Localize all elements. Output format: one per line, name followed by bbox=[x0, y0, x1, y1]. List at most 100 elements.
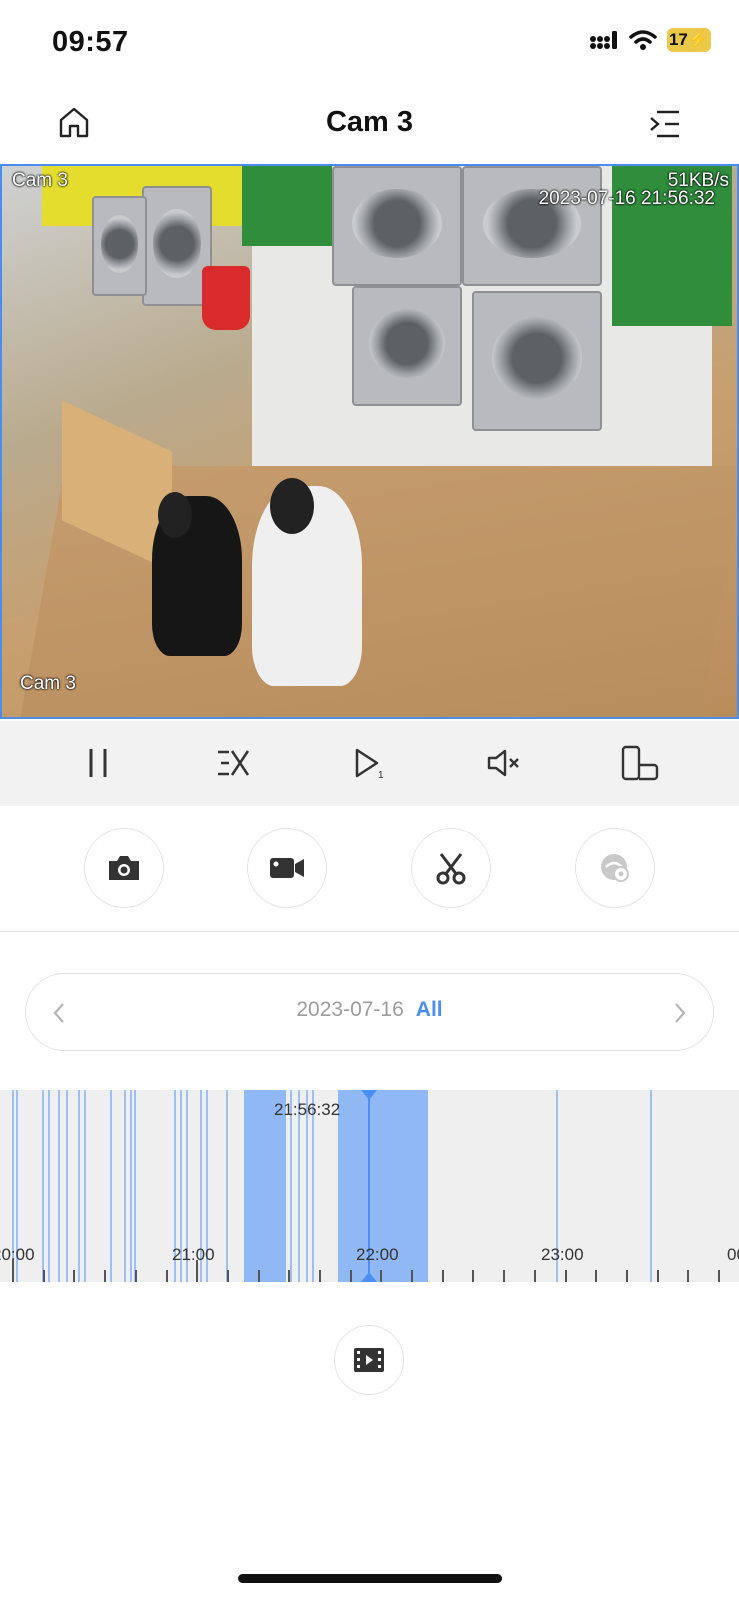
timeline-tick bbox=[595, 1270, 597, 1282]
camera-video-view[interactable]: Cam 3 51KB/s 2023-07-16 21:56:32 Cam 3 bbox=[0, 164, 739, 719]
nav-bar: Cam 3 bbox=[0, 90, 739, 164]
timeline-tick bbox=[288, 1270, 290, 1282]
recording-mark bbox=[78, 1090, 80, 1282]
wifi-icon bbox=[629, 30, 657, 50]
timeline-label: 22:00 bbox=[356, 1245, 399, 1264]
battery-level: 17 bbox=[668, 30, 688, 49]
play-frame-button[interactable]: 1 bbox=[346, 741, 390, 785]
video-clips-button[interactable] bbox=[334, 1325, 404, 1395]
filter-all-link[interactable]: All bbox=[416, 998, 443, 1021]
cellular-signal-icon bbox=[590, 31, 617, 49]
date-display[interactable]: 2023-07-16 All bbox=[26, 998, 713, 1022]
recording-mark bbox=[42, 1090, 44, 1282]
video-washer bbox=[332, 166, 462, 286]
date-value: 2023-07-16 bbox=[296, 998, 404, 1021]
playback-control-bar: 1 bbox=[0, 721, 739, 806]
snapshot-button[interactable] bbox=[84, 828, 164, 908]
osd-camera-label: Cam 3 bbox=[20, 673, 76, 694]
timeline-cursor-bottom-marker bbox=[361, 1272, 377, 1282]
recording-mark bbox=[48, 1090, 50, 1282]
speaker-muted-icon bbox=[487, 749, 519, 777]
timeline-tick bbox=[687, 1270, 689, 1282]
recording-mark bbox=[58, 1090, 60, 1282]
video-washer bbox=[352, 286, 462, 406]
film-clip-icon bbox=[354, 1348, 384, 1372]
timeline-tick bbox=[319, 1270, 321, 1282]
playback-speed-icon bbox=[218, 750, 250, 776]
playback-speed-button[interactable] bbox=[211, 741, 255, 785]
timeline-label: 20:00 bbox=[0, 1245, 35, 1264]
timeline-tick bbox=[258, 1270, 260, 1282]
timeline-tick bbox=[104, 1270, 106, 1282]
timeline-tick bbox=[227, 1270, 229, 1282]
timeline-tick bbox=[718, 1270, 720, 1282]
menu-button[interactable] bbox=[647, 108, 687, 144]
timeline-tick bbox=[196, 1260, 198, 1282]
video-washer bbox=[92, 196, 147, 296]
timeline-tick bbox=[503, 1270, 505, 1282]
recording-mark bbox=[124, 1090, 126, 1282]
status-icons: 17 ⚡ bbox=[589, 28, 711, 52]
timeline-tick bbox=[411, 1270, 413, 1282]
page-title: Cam 3 bbox=[325, 106, 414, 138]
recording-timeline[interactable]: 21:56:32 20:00 21:00 22:00 23:00 00 bbox=[0, 1090, 739, 1282]
osd-camera-label: Cam 3 bbox=[12, 170, 68, 191]
rotate-screen-icon bbox=[621, 745, 659, 781]
video-washer bbox=[462, 166, 602, 286]
timeline-tick bbox=[12, 1260, 14, 1282]
recording-mark bbox=[134, 1090, 136, 1282]
osd-datetime: 2023-07-16 21:56:32 bbox=[538, 188, 715, 209]
privacy-button[interactable] bbox=[575, 828, 655, 908]
timeline-tick bbox=[135, 1270, 137, 1282]
camera-icon bbox=[109, 856, 139, 880]
recording-mark bbox=[66, 1090, 68, 1282]
timeline-tick bbox=[565, 1270, 567, 1282]
recording-mark bbox=[84, 1090, 86, 1282]
play-frame-icon: 1 bbox=[355, 748, 384, 780]
mute-button[interactable] bbox=[482, 741, 526, 785]
timeline-tick bbox=[350, 1270, 352, 1282]
video-basket bbox=[202, 266, 250, 330]
record-button[interactable] bbox=[247, 828, 327, 908]
timeline-cursor-top-marker bbox=[361, 1090, 377, 1100]
timeline-tick bbox=[43, 1270, 45, 1282]
recording-mark bbox=[110, 1090, 112, 1282]
status-bar: 09:57 17 ⚡ bbox=[0, 0, 739, 90]
timeline-tick bbox=[657, 1270, 659, 1282]
recording-mark bbox=[650, 1090, 652, 1282]
svg-text:1: 1 bbox=[378, 770, 384, 780]
timeline-label: 00 bbox=[727, 1245, 739, 1264]
timeline-tick bbox=[472, 1270, 474, 1282]
pause-button[interactable] bbox=[76, 741, 120, 785]
timeline-tick bbox=[166, 1270, 168, 1282]
timeline-label: 21:00 bbox=[172, 1245, 215, 1264]
video-washer bbox=[472, 291, 602, 431]
rotate-screen-button[interactable] bbox=[618, 741, 662, 785]
menu-icon bbox=[650, 110, 679, 138]
chevron-right-icon bbox=[675, 1003, 686, 1023]
timeline-tick bbox=[534, 1270, 536, 1282]
video-person-head bbox=[270, 478, 314, 534]
timeline-tick bbox=[380, 1270, 382, 1282]
clip-button[interactable] bbox=[411, 828, 491, 908]
timeline-tick bbox=[442, 1270, 444, 1282]
timeline-tick bbox=[73, 1270, 75, 1282]
battery-charging-icon: 17 ⚡ bbox=[667, 28, 711, 52]
next-date-button[interactable] bbox=[665, 996, 695, 1030]
recording-mark bbox=[226, 1090, 228, 1282]
scissors-icon bbox=[436, 853, 466, 885]
video-person-head bbox=[158, 492, 192, 538]
charging-bolt-icon: ⚡ bbox=[687, 30, 710, 49]
eye-mask-icon bbox=[601, 854, 629, 882]
status-time: 09:57 bbox=[52, 26, 129, 58]
timeline-label: 23:00 bbox=[541, 1245, 584, 1264]
video-camera-icon bbox=[270, 858, 304, 878]
date-selector: 2023-07-16 All bbox=[25, 973, 714, 1051]
pause-icon bbox=[89, 749, 107, 777]
recording-mark bbox=[130, 1090, 132, 1282]
action-buttons bbox=[0, 806, 739, 932]
timeline-tick bbox=[626, 1270, 628, 1282]
timeline-current-time: 21:56:32 bbox=[274, 1100, 341, 1119]
home-indicator bbox=[238, 1574, 502, 1583]
video-poster-green bbox=[242, 166, 332, 246]
